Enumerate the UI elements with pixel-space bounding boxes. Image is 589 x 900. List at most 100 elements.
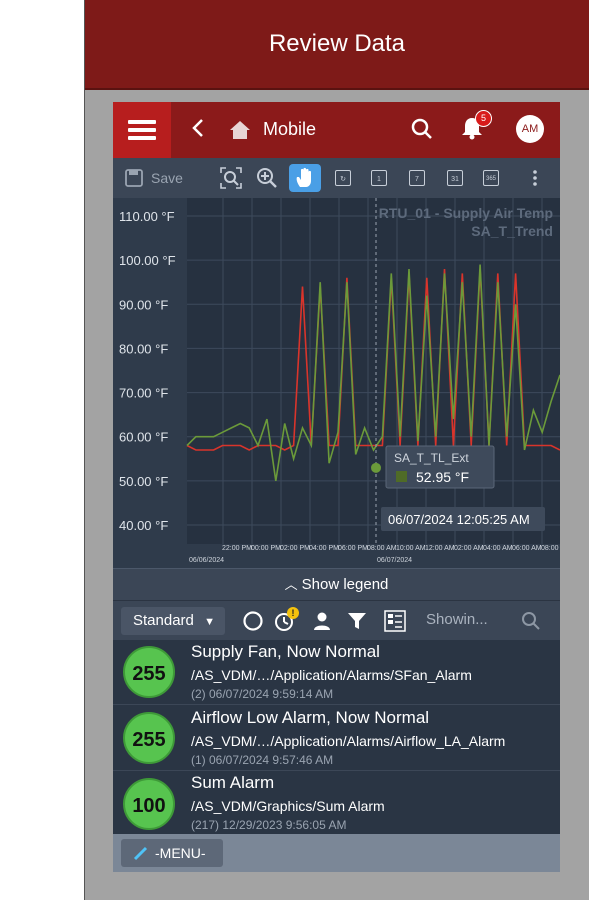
status-filter-button[interactable]	[241, 609, 265, 633]
tooltip-series-name: SA_T_TL_Ext	[394, 451, 469, 465]
x-date-label: 06/07/2024	[377, 557, 412, 564]
list-item[interactable]: 100 Sum Alarm /AS_VDM/Graphics/Sum Alarm…	[113, 771, 560, 834]
warning-badge: !	[287, 607, 299, 619]
acknowledge-filter-button[interactable]: !	[273, 607, 299, 633]
x-tick-label: 04:00 PM	[309, 545, 339, 552]
home-button[interactable]	[229, 120, 251, 145]
search-button[interactable]	[411, 118, 433, 145]
x-tick-label: 00:00 PM	[251, 545, 281, 552]
plot-area	[187, 198, 560, 544]
alarm-search-button[interactable]	[519, 609, 543, 633]
zoom-area-icon	[220, 167, 242, 189]
back-button[interactable]	[191, 116, 205, 146]
trend-toolbar: Save ↻ 1 7 31 365	[113, 158, 560, 198]
more-vertical-icon	[533, 170, 537, 186]
save-icon	[125, 169, 143, 187]
save-label: Save	[151, 170, 183, 186]
trend-chart-svg[interactable]: 110.00 °F 100.00 °F 90.00 °F 80.00 °F 70.00 …	[113, 198, 560, 568]
y-tick-label: 100.00 °F	[119, 253, 176, 268]
app-bar: Mobile 5 AM	[113, 102, 560, 158]
x-tick-label: 08:00 AM	[367, 545, 397, 552]
hamburger-icon	[128, 120, 156, 140]
zoom-in-icon	[257, 168, 277, 188]
alarm-search-input[interactable]: Showin...	[426, 611, 488, 628]
user-filter-button[interactable]	[310, 609, 334, 633]
y-tick-label: 50.00 °F	[119, 474, 168, 489]
x-tick-label: 02:00 AM	[454, 545, 484, 552]
alarm-time: (217) 12/29/2023 9:56:05 AM	[191, 818, 347, 832]
x-tick-label: 10:00 AM	[396, 545, 426, 552]
calendar-refresh-icon: ↻	[335, 170, 351, 186]
search-icon	[522, 612, 540, 630]
tooltip-time: 06/07/2024 12:05:25 AM	[388, 512, 530, 527]
chevron-up-icon: ︿	[284, 577, 298, 592]
x-tick-label: 06:00 PM	[338, 545, 368, 552]
chart-title: RTU_01 - Supply Air Temp	[379, 205, 553, 221]
calendar-icon: 365	[483, 170, 499, 186]
calendar-icon: 31	[447, 170, 463, 186]
tooltip-value: 52.95 °F	[416, 469, 469, 485]
range-365-days-button[interactable]: 365	[477, 164, 505, 192]
refresh-range-button[interactable]: ↻	[329, 164, 357, 192]
more-options-button[interactable]	[523, 164, 547, 192]
list-item[interactable]: 255 Supply Fan, Now Normal /AS_VDM/…/App…	[113, 640, 560, 705]
zoom-in-button[interactable]	[253, 164, 281, 192]
pencil-icon	[133, 846, 148, 861]
circle-icon	[243, 611, 263, 631]
search-icon	[411, 118, 432, 139]
bottom-bar: -MENU-	[113, 834, 560, 872]
alarm-path: /AS_VDM/…/Application/Alarms/Airflow_LA_…	[191, 733, 506, 749]
range-31-days-button[interactable]: 31	[441, 164, 469, 192]
y-tick-label: 90.00 °F	[119, 297, 168, 312]
alarm-path: /AS_VDM/Graphics/Sum Alarm	[191, 798, 385, 814]
zoom-area-button[interactable]	[217, 164, 245, 192]
device-frame: Review Data Mobile 5 AM Save ↻ 1 7 31 36…	[84, 0, 589, 900]
range-7-days-button[interactable]: 7	[403, 164, 431, 192]
y-tick-label: 70.00 °F	[119, 386, 168, 401]
y-tick-label: 60.00 °F	[119, 430, 168, 445]
mobile-app: Mobile 5 AM Save ↻ 1 7 31 365 110.00 °F …	[113, 102, 560, 872]
view-select-value: Standard	[133, 612, 194, 629]
menu-toggle-button[interactable]: -MENU-	[121, 839, 223, 867]
x-tick-label: 04:00 AM	[483, 545, 513, 552]
alarm-title: Supply Fan, Now Normal	[191, 642, 380, 661]
alarm-title: Sum Alarm	[191, 773, 275, 792]
breadcrumb[interactable]: Mobile	[263, 119, 316, 140]
user-icon	[314, 612, 330, 630]
alarm-filter-bar: Standard ▼ ! Showin...	[113, 600, 560, 641]
calendar-icon: 1	[371, 170, 387, 186]
priority-badge: 255	[123, 646, 175, 698]
show-legend-label: Show legend	[301, 576, 389, 593]
funnel-icon	[348, 613, 366, 629]
alarm-title: Airflow Low Alarm, Now Normal	[191, 708, 430, 727]
priority-badge: 100	[123, 778, 175, 830]
pan-button[interactable]	[289, 164, 321, 192]
save-button[interactable]: Save	[125, 164, 197, 192]
range-1-day-button[interactable]: 1	[365, 164, 393, 192]
trend-chart[interactable]: 110.00 °F 100.00 °F 90.00 °F 80.00 °F 70.00 …	[113, 198, 560, 568]
avatar[interactable]: AM	[516, 115, 544, 143]
x-tick-label: 02:00 PM	[280, 545, 310, 552]
x-tick-label: 22:00 PM	[222, 545, 252, 552]
view-select[interactable]: Standard ▼	[121, 607, 225, 635]
filter-button[interactable]	[345, 609, 369, 633]
column-settings-button[interactable]	[383, 609, 407, 633]
alarm-time: (2) 06/07/2024 9:59:14 AM	[191, 687, 334, 701]
caret-down-icon: ▼	[204, 616, 215, 628]
y-tick-label: 110.00 °F	[119, 209, 175, 224]
y-tick-label: 40.00 °F	[119, 518, 168, 533]
cursor-point	[371, 462, 381, 473]
tooltip-swatch	[396, 471, 407, 482]
show-legend-button[interactable]: ︿ Show legend	[113, 568, 560, 601]
calendar-icon: 7	[409, 170, 425, 186]
x-tick-label: 06:00 AM	[512, 545, 542, 552]
hand-icon	[296, 167, 311, 187]
x-tick-label: 08:00 AM	[541, 545, 560, 552]
list-item[interactable]: 255 Airflow Low Alarm, Now Normal /AS_VD…	[113, 706, 560, 771]
y-tick-label: 80.00 °F	[119, 341, 168, 356]
x-tick-label: 12:00 AM	[425, 545, 455, 552]
alarm-list: 255 Supply Fan, Now Normal /AS_VDM/…/App…	[113, 640, 560, 834]
page-title: Review Data	[85, 0, 589, 90]
menu-button[interactable]	[113, 102, 171, 158]
menu-label: -MENU-	[155, 845, 206, 861]
